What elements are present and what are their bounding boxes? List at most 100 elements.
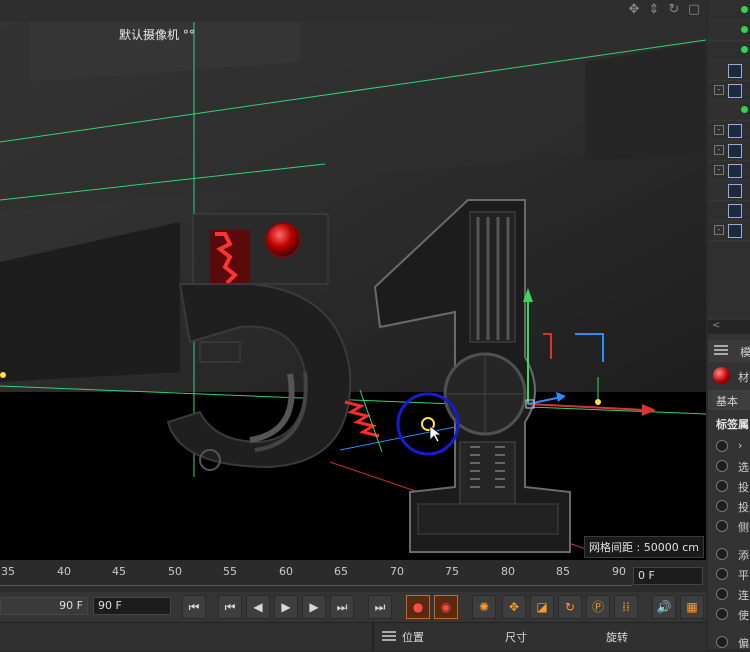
property-row[interactable]: 平 [708, 564, 750, 584]
current-frame-field[interactable]: 0 F [633, 567, 703, 585]
tree-row[interactable] [708, 100, 750, 121]
film-button[interactable]: ▦ [680, 595, 704, 619]
property-row[interactable]: 添 [708, 544, 750, 564]
tree-row[interactable] [708, 180, 750, 201]
tree-row[interactable]: - [708, 140, 750, 161]
collapse-icon[interactable]: - [714, 165, 724, 175]
zoom-view-icon[interactable]: ⇕ [646, 2, 662, 18]
property-row[interactable]: 选 [708, 456, 750, 476]
property-row[interactable]: 投 [708, 476, 750, 496]
viewport-scene [0, 22, 706, 560]
key-pla-button[interactable]: ⁞⁞ [614, 595, 638, 619]
move-view-icon[interactable]: ✥ [626, 2, 642, 18]
collapse-icon[interactable]: - [714, 225, 724, 235]
transport-bar: 90 F 90 F ⏮ ⏮ ◀ ▶ ▶ ⏭ ⏭ ● ◉ ✺ ✥ ◪ ↻ Ⓟ ⁞⁞… [0, 592, 706, 622]
record-icon: ● [412, 600, 424, 614]
key-parameter-button[interactable]: Ⓟ [586, 595, 610, 619]
viewport-nav-icons: ✥ ⇕ ↻ ▢ [626, 2, 702, 18]
camera-label: 默认摄像机 °° [119, 28, 195, 42]
property-row[interactable]: 投 [708, 496, 750, 516]
go-to-start-button[interactable]: ⏮ [182, 595, 206, 619]
tree-row[interactable]: - [708, 80, 750, 101]
radio-icon[interactable] [716, 500, 728, 512]
collapse-icon[interactable]: - [714, 85, 724, 95]
prev-frame-button[interactable]: ◀ [246, 595, 270, 619]
tree-row[interactable] [708, 60, 750, 81]
collapse-icon[interactable]: - [714, 125, 724, 135]
timeline-ruler[interactable]: 35 40 45 50 55 60 65 70 75 80 85 90 0 F [0, 560, 706, 592]
radio-icon[interactable] [716, 636, 728, 648]
tick-label: 75 [445, 565, 459, 578]
viewport-header: ✥ ⇕ ↻ ▢ [0, 0, 706, 22]
tree-row[interactable] [708, 40, 750, 61]
autokey-icon: ◉ [440, 600, 452, 614]
record-key-button[interactable]: ● [406, 595, 430, 619]
prev-keyframe-button[interactable]: ⏮ [218, 595, 242, 619]
key-position-button[interactable]: ✥ [502, 595, 526, 619]
property-row[interactable]: › [708, 436, 750, 456]
panel-divider [372, 623, 374, 650]
right-panel: - - - - - < 模 材 基本 标签属 › 选 投 投 侧 添 平 连 使… [708, 0, 750, 652]
object-icon [728, 184, 742, 198]
tab-basic[interactable]: 基本 [708, 390, 750, 410]
keyframe-selection-button[interactable]: ✺ [472, 595, 496, 619]
object-manager[interactable]: - - - - - [708, 0, 750, 318]
next-keyframe-button[interactable]: ⏭ [330, 595, 354, 619]
radio-icon[interactable] [716, 520, 728, 532]
status-dot-icon [741, 106, 748, 113]
property-row[interactable]: 连 [708, 584, 750, 604]
tree-row[interactable] [708, 0, 750, 21]
position-label: 位置 [402, 631, 424, 644]
radio-icon[interactable] [716, 460, 728, 472]
coordinate-manager-bar: 位置 尺寸 旋转 [0, 622, 706, 650]
tree-row[interactable]: - [708, 220, 750, 241]
rotation-label: 旋转 [606, 631, 628, 644]
section-title: 标签属 [716, 418, 749, 431]
ruler-baseline [0, 585, 632, 586]
tick-label: 90 [612, 565, 626, 578]
radio-icon[interactable] [716, 568, 728, 580]
3d-viewport[interactable]: 默认摄像机 °° 网格间距 : 50000 cm [0, 22, 706, 560]
tick-label: 60 [279, 565, 293, 578]
object-icon [728, 124, 742, 138]
property-row[interactable]: 侧 [708, 516, 750, 536]
menu-icon[interactable] [382, 631, 396, 641]
menu-icon[interactable] [714, 345, 728, 355]
play-button[interactable]: ▶ [274, 595, 298, 619]
rotate-icon: ↻ [564, 600, 576, 614]
tree-row[interactable] [708, 20, 750, 41]
rotate-view-icon[interactable]: ↻ [666, 2, 682, 18]
object-icon [728, 84, 742, 98]
key-scale-button[interactable]: ◪ [530, 595, 554, 619]
light-point [0, 372, 6, 378]
go-to-end-button[interactable]: ⏭ [368, 595, 392, 619]
maximize-view-icon[interactable]: ▢ [686, 2, 702, 18]
move-icon: ✥ [508, 600, 520, 614]
radio-icon[interactable] [716, 440, 728, 452]
end-frame-field[interactable]: 90 F [0, 597, 88, 615]
property-row[interactable]: 偏 [708, 632, 750, 652]
property-row[interactable]: 使 [708, 604, 750, 624]
status-dot-icon [741, 26, 748, 33]
object-icon [728, 224, 742, 238]
radio-icon[interactable] [716, 548, 728, 560]
tree-row[interactable] [708, 200, 750, 221]
radio-icon[interactable] [716, 608, 728, 620]
collapse-icon[interactable]: - [714, 145, 724, 155]
horizontal-scrollbar[interactable]: < [708, 320, 750, 334]
radio-icon[interactable] [716, 588, 728, 600]
max-frame-field[interactable]: 90 F [93, 597, 171, 615]
tick-label: 45 [112, 565, 126, 578]
next-frame-button[interactable]: ▶ [302, 595, 326, 619]
camera-dots-icon: °° [179, 28, 195, 42]
film-icon: ▦ [686, 600, 698, 614]
sound-button[interactable]: 🔊 [652, 595, 676, 619]
tick-label: 35 [1, 565, 15, 578]
autokey-button[interactable]: ◉ [434, 595, 458, 619]
radio-icon[interactable] [716, 480, 728, 492]
attribute-manager-header: 模 [708, 340, 750, 362]
material-row[interactable]: 材 [708, 364, 750, 388]
tree-row[interactable]: - [708, 120, 750, 141]
key-rotation-button[interactable]: ↻ [558, 595, 582, 619]
tree-row[interactable]: - [708, 160, 750, 181]
